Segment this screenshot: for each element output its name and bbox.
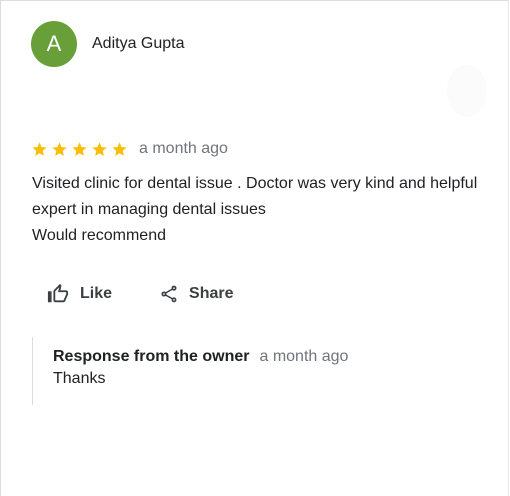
owner-response-text: Thanks <box>53 370 106 387</box>
star-icon <box>112 141 127 156</box>
star-rating <box>31 141 128 158</box>
like-button[interactable]: Like <box>47 283 112 305</box>
review-date: a month ago <box>139 140 228 157</box>
review-card: A Aditya Gupta a month ago Visited clini… <box>0 0 509 496</box>
owner-response-title: Response from the owner <box>53 348 250 365</box>
like-label: Like <box>80 285 113 302</box>
thumbs-up-icon <box>47 283 69 303</box>
owner-response-header: Response from the owner a month ago <box>53 348 492 366</box>
review-actions: Like Share <box>47 283 233 305</box>
background-blur <box>447 65 487 117</box>
share-button[interactable]: Share <box>159 284 233 304</box>
avatar[interactable]: A <box>31 21 77 67</box>
review-text: Visited clinic for dental issue . Doctor… <box>32 175 478 244</box>
star-icon <box>52 141 67 156</box>
share-label: Share <box>189 285 234 302</box>
rating-row: a month ago <box>31 140 228 158</box>
owner-response: Response from the owner a month ago Than… <box>32 337 492 405</box>
reviewer-name[interactable]: Aditya Gupta <box>92 35 185 53</box>
star-icon <box>92 141 107 156</box>
owner-response-date: a month ago <box>259 348 349 365</box>
share-icon <box>161 285 177 303</box>
star-icon <box>32 141 47 156</box>
star-icon <box>72 141 87 156</box>
